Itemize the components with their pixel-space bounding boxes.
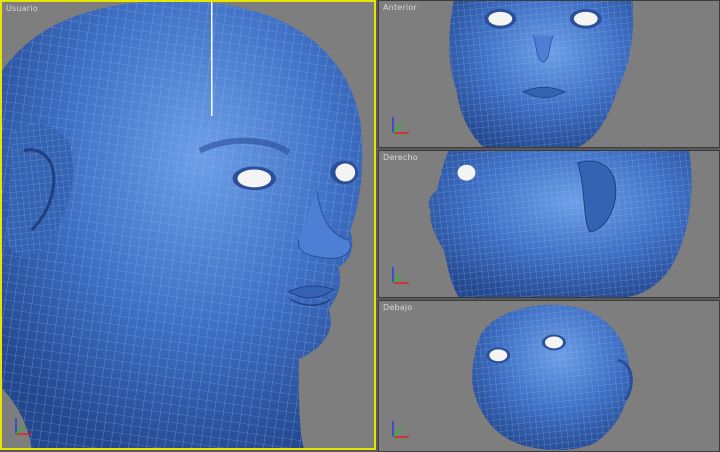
viewport-label[interactable]: Anterior — [383, 3, 417, 12]
head-model-perspective[interactable] — [2, 2, 374, 448]
viewport-right[interactable]: Derecho — [378, 150, 720, 298]
viewport-label[interactable]: Usuario — [6, 4, 38, 13]
viewport-bottom[interactable]: Debajo — [378, 300, 720, 452]
head-model-bottom[interactable] — [379, 301, 719, 451]
viewport-perspective[interactable]: Usuario — [0, 0, 376, 450]
viewport-label[interactable]: Debajo — [383, 303, 412, 312]
axis-tripod-icon — [387, 263, 413, 289]
axis-tripod-icon — [10, 414, 36, 440]
axis-tripod-icon — [387, 417, 413, 443]
head-model-right[interactable] — [379, 151, 719, 297]
head-model-front[interactable] — [379, 1, 719, 147]
viewport-label[interactable]: Derecho — [383, 153, 418, 162]
viewport-front[interactable]: Anterior — [378, 0, 720, 148]
axis-tripod-icon — [387, 113, 413, 139]
